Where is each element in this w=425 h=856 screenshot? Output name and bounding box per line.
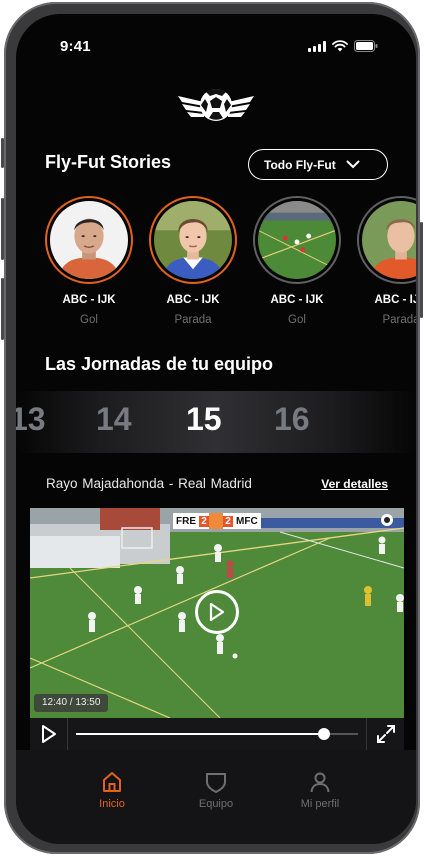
battery-icon bbox=[354, 40, 378, 52]
video-seek-bar[interactable] bbox=[76, 718, 358, 750]
seek-handle[interactable] bbox=[318, 728, 331, 740]
story-teams: ABC - IJK bbox=[62, 294, 116, 306]
play-icon bbox=[41, 725, 56, 743]
fullscreen-button[interactable] bbox=[366, 718, 404, 750]
power-button bbox=[420, 222, 423, 318]
player-avatar bbox=[154, 201, 232, 279]
player-avatar bbox=[50, 201, 128, 279]
status-time: 9:41 bbox=[60, 38, 91, 55]
nav-item-equipo[interactable]: Equipo bbox=[166, 770, 266, 810]
fullscreen-icon bbox=[376, 725, 395, 743]
filter-label: Todo Fly-Fut bbox=[264, 157, 336, 172]
matchday-16[interactable]: 16 bbox=[274, 401, 310, 438]
story-type: Gol bbox=[288, 314, 306, 326]
video-play-button[interactable] bbox=[195, 590, 239, 634]
matchday-13[interactable]: 13 bbox=[16, 401, 46, 438]
matchday-15[interactable]: 15 bbox=[186, 401, 222, 438]
player-avatar bbox=[362, 201, 416, 279]
nav-item-inicio[interactable]: Inicio bbox=[62, 770, 162, 810]
story-item[interactable]: ABC - IJK Parada bbox=[148, 196, 238, 326]
seek-progress bbox=[76, 733, 325, 735]
bottom-navigation: Inicio Equipo Mi perfil bbox=[16, 750, 416, 844]
story-item[interactable]: ABC - IJK Gol bbox=[44, 196, 134, 326]
chevron-down-icon bbox=[346, 160, 360, 169]
matchday-14[interactable]: 14 bbox=[96, 401, 132, 438]
video-player[interactable]: FRE 2 2 MFC 12:40 / 13:50 bbox=[30, 508, 404, 718]
volume-up-button bbox=[1, 198, 4, 260]
cellular-signal-icon bbox=[308, 40, 326, 52]
league-badge-icon bbox=[209, 513, 223, 529]
volume-down-button bbox=[1, 278, 4, 340]
stories-filter-dropdown[interactable]: Todo Fly-Fut bbox=[248, 149, 388, 180]
app-screen: 9:41 Fly-Fut Stories Todo Fly-Fut ABC - … bbox=[16, 14, 416, 844]
wifi-icon bbox=[332, 40, 348, 52]
nav-label: Mi perfil bbox=[300, 798, 340, 810]
user-icon bbox=[310, 772, 330, 793]
home-icon bbox=[103, 772, 121, 792]
home-team-abbr: FRE bbox=[176, 515, 196, 527]
story-type: Parada bbox=[174, 314, 212, 326]
nav-label: Inicio bbox=[99, 798, 125, 810]
match-name: Rayo Majadahonda - Real Madrid bbox=[46, 476, 252, 491]
story-teams: ABC - IJK bbox=[270, 294, 324, 306]
story-item[interactable]: ABC - IJK Gol bbox=[252, 196, 342, 326]
story-type: Gol bbox=[80, 314, 98, 326]
story-ring bbox=[45, 196, 133, 284]
story-teams: ABC - IJK bbox=[374, 294, 416, 306]
story-item[interactable]: ABC - IJK Parada bbox=[356, 196, 416, 326]
story-ring bbox=[149, 196, 237, 284]
view-details-link[interactable]: Ver detalles bbox=[321, 477, 388, 491]
stories-title: Fly-Fut Stories bbox=[45, 152, 172, 172]
controls-play-button[interactable] bbox=[30, 718, 68, 750]
mute-switch bbox=[1, 138, 4, 168]
play-icon bbox=[209, 602, 225, 622]
matchday-selector[interactable]: 13 14 15 16 bbox=[16, 391, 416, 453]
fly-fut-logo-icon bbox=[178, 88, 254, 121]
stories-carousel[interactable]: ABC - IJK Gol ABC - IJK Parada ABC - IJK… bbox=[44, 196, 416, 346]
video-time-display: 12:40 / 13:50 bbox=[34, 694, 109, 712]
video-scoreboard: FRE 2 2 MFC bbox=[173, 513, 261, 529]
status-icons bbox=[308, 40, 378, 52]
nav-label: Equipo bbox=[198, 798, 234, 810]
nav-item-mi-perfil[interactable]: Mi perfil bbox=[270, 770, 370, 810]
home-score: 2 bbox=[199, 515, 209, 527]
story-ring bbox=[357, 196, 416, 284]
story-ring bbox=[253, 196, 341, 284]
away-score: 2 bbox=[223, 515, 233, 527]
phone-frame: 9:41 Fly-Fut Stories Todo Fly-Fut ABC - … bbox=[1, 2, 423, 854]
away-team-abbr: MFC bbox=[236, 515, 258, 527]
video-controls bbox=[30, 718, 404, 750]
match-header: Rayo Majadahonda - Real Madrid Ver detal… bbox=[46, 476, 388, 491]
matchdays-title: Las Jornadas de tu equipo bbox=[45, 354, 274, 374]
story-teams: ABC - IJK bbox=[166, 294, 220, 306]
match-thumbnail bbox=[258, 201, 336, 279]
shield-icon bbox=[206, 773, 226, 793]
story-type: Parada bbox=[382, 314, 416, 326]
